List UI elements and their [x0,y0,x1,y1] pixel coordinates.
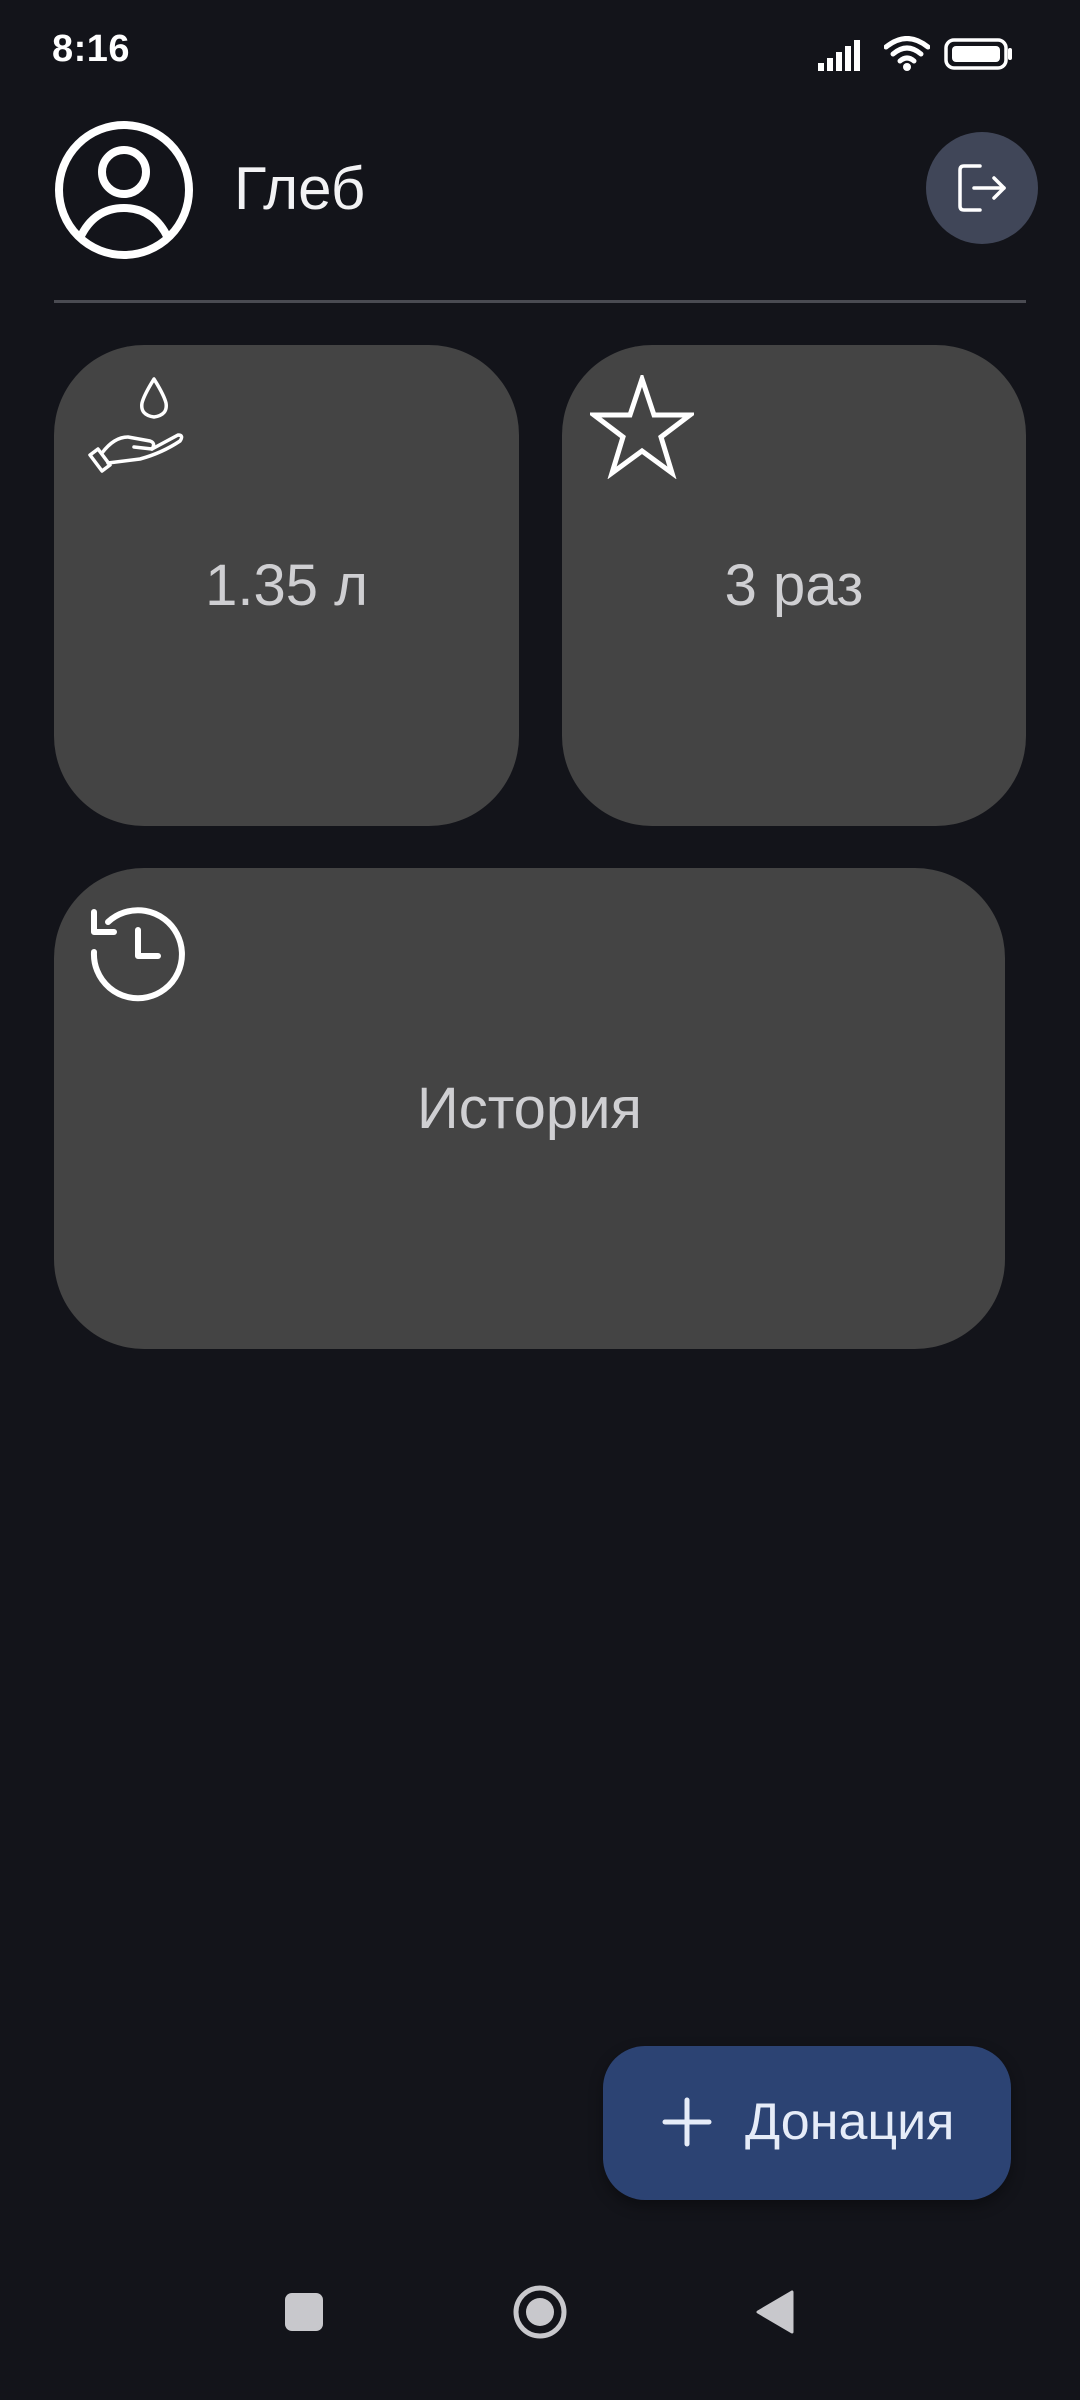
logout-icon [958,164,1006,212]
donated-volume-card[interactable]: 1.35 л [54,345,519,826]
avatar[interactable] [54,120,194,260]
donated-volume-value: 1.35 л [205,553,368,618]
logout-button[interactable] [926,132,1038,244]
wifi-icon [884,36,930,71]
add-donation-button[interactable]: Донация [603,2046,1011,2200]
home-circle-icon [513,2285,567,2339]
donation-count-value: 3 раз [724,553,864,618]
history-label: История [417,1076,642,1141]
status-icons [818,34,1014,74]
add-donation-label: Донация [745,2093,955,2151]
plus-icon [662,2097,712,2147]
status-time: 8:16 [52,28,131,70]
history-card[interactable]: История [54,868,1005,1349]
user-circle-icon [55,121,193,259]
back-button[interactable] [732,2270,816,2354]
battery-icon [944,38,1012,70]
back-triangle-icon [756,2290,794,2334]
system-nav-bar [0,2270,1080,2400]
signal-icon [818,40,860,71]
recents-square-icon [285,2293,323,2331]
recents-button[interactable] [262,2270,346,2354]
profile-header: Глеб [54,120,1038,260]
header-divider [54,300,1026,303]
donation-count-card[interactable]: 3 раз [562,345,1026,826]
status-bar: 8:16 [0,0,1080,110]
home-button[interactable] [498,2270,582,2354]
user-name: Глеб [234,155,366,222]
